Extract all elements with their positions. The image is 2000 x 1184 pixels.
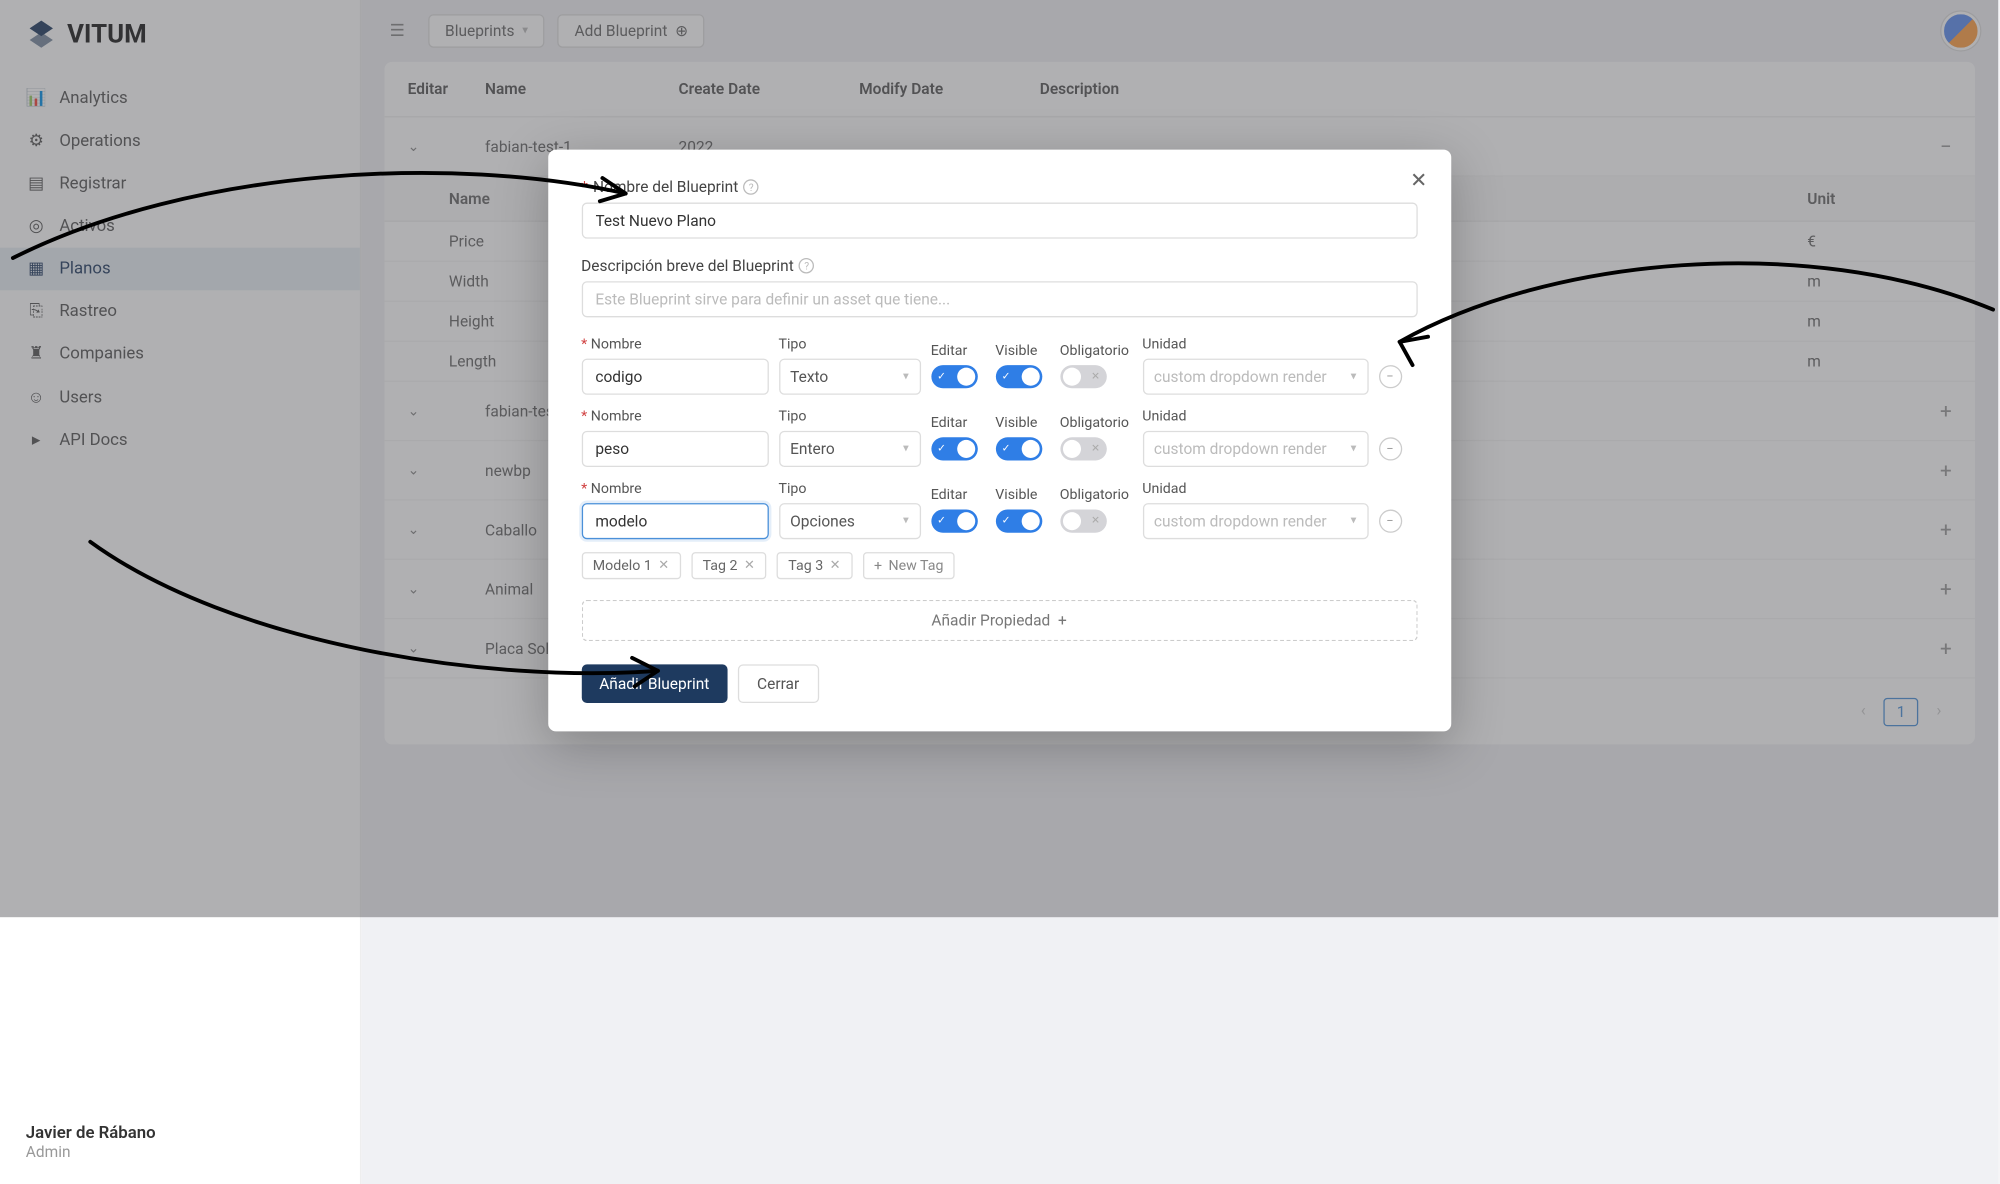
blueprint-desc-input[interactable] <box>581 281 1417 317</box>
desc-label: Descripción breve del Blueprint? <box>581 257 1417 275</box>
prop-type-select[interactable]: Texto▾ <box>779 359 921 395</box>
submit-button[interactable]: Añadir Blueprint <box>581 664 727 703</box>
prop-name-input[interactable] <box>581 431 768 467</box>
remove-property-button[interactable]: − <box>1378 510 1401 533</box>
remove-tag-icon[interactable]: ✕ <box>830 559 841 573</box>
property-row: * NombreTipoEntero▾Editar✓Visible✓Obliga… <box>581 408 1417 467</box>
chevron-down-icon: ▾ <box>903 442 909 455</box>
add-property-button[interactable]: Añadir Propiedad + <box>581 600 1417 641</box>
toggle-editar[interactable]: ✓ <box>931 365 977 388</box>
tag-chip[interactable]: Tag 3✕ <box>777 552 852 579</box>
prop-unit-select[interactable]: custom dropdown render▾ <box>1142 431 1368 467</box>
add-blueprint-modal: ✕ *Nombre del Blueprint? Descripción bre… <box>548 150 1451 732</box>
blueprint-name-input[interactable] <box>581 203 1417 239</box>
property-row: * NombreTipoTexto▾Editar✓Visible✓Obligat… <box>581 335 1417 394</box>
toggle-visible[interactable]: ✓ <box>995 510 1041 533</box>
sidebar-footer: Javier de Rábano Admin <box>0 1100 360 1184</box>
prop-name-input[interactable] <box>581 359 768 395</box>
toggle-obligatorio[interactable]: ✕ <box>1060 365 1106 388</box>
info-icon: ? <box>743 179 758 194</box>
remove-tag-icon[interactable]: ✕ <box>658 559 669 573</box>
chevron-down-icon: ▾ <box>903 370 909 383</box>
prop-type-select[interactable]: Opciones▾ <box>779 503 921 539</box>
remove-property-button[interactable]: − <box>1378 365 1401 388</box>
user-role: Admin <box>26 1143 334 1161</box>
tags-row: Modelo 1✕ Tag 2✕ Tag 3✕ + New Tag <box>581 552 1417 579</box>
name-label: *Nombre del Blueprint? <box>581 178 1417 196</box>
toggle-obligatorio[interactable]: ✕ <box>1060 510 1106 533</box>
chevron-down-icon: ▾ <box>1351 515 1357 528</box>
property-row: * NombreTipoOpciones▾Editar✓Visible✓Obli… <box>581 480 1417 539</box>
close-button[interactable]: ✕ <box>1410 168 1427 193</box>
chevron-down-icon: ▾ <box>1351 370 1357 383</box>
chevron-down-icon: ▾ <box>903 515 909 528</box>
prop-unit-select[interactable]: custom dropdown render▾ <box>1142 359 1368 395</box>
prop-type-select[interactable]: Entero▾ <box>779 431 921 467</box>
tag-chip[interactable]: Tag 2✕ <box>691 552 766 579</box>
new-tag-button[interactable]: + New Tag <box>862 552 955 579</box>
cancel-button[interactable]: Cerrar <box>738 664 819 703</box>
remove-tag-icon[interactable]: ✕ <box>744 559 755 573</box>
tag-chip[interactable]: Modelo 1✕ <box>581 552 681 579</box>
prop-name-input[interactable] <box>581 503 768 539</box>
remove-property-button[interactable]: − <box>1378 437 1401 460</box>
toggle-editar[interactable]: ✓ <box>931 437 977 460</box>
chevron-down-icon: ▾ <box>1351 442 1357 455</box>
toggle-obligatorio[interactable]: ✕ <box>1060 437 1106 460</box>
user-name: Javier de Rábano <box>26 1124 334 1143</box>
toggle-visible[interactable]: ✓ <box>995 365 1041 388</box>
toggle-editar[interactable]: ✓ <box>931 510 977 533</box>
info-icon: ? <box>799 258 814 273</box>
prop-unit-select[interactable]: custom dropdown render▾ <box>1142 503 1368 539</box>
toggle-visible[interactable]: ✓ <box>995 437 1041 460</box>
